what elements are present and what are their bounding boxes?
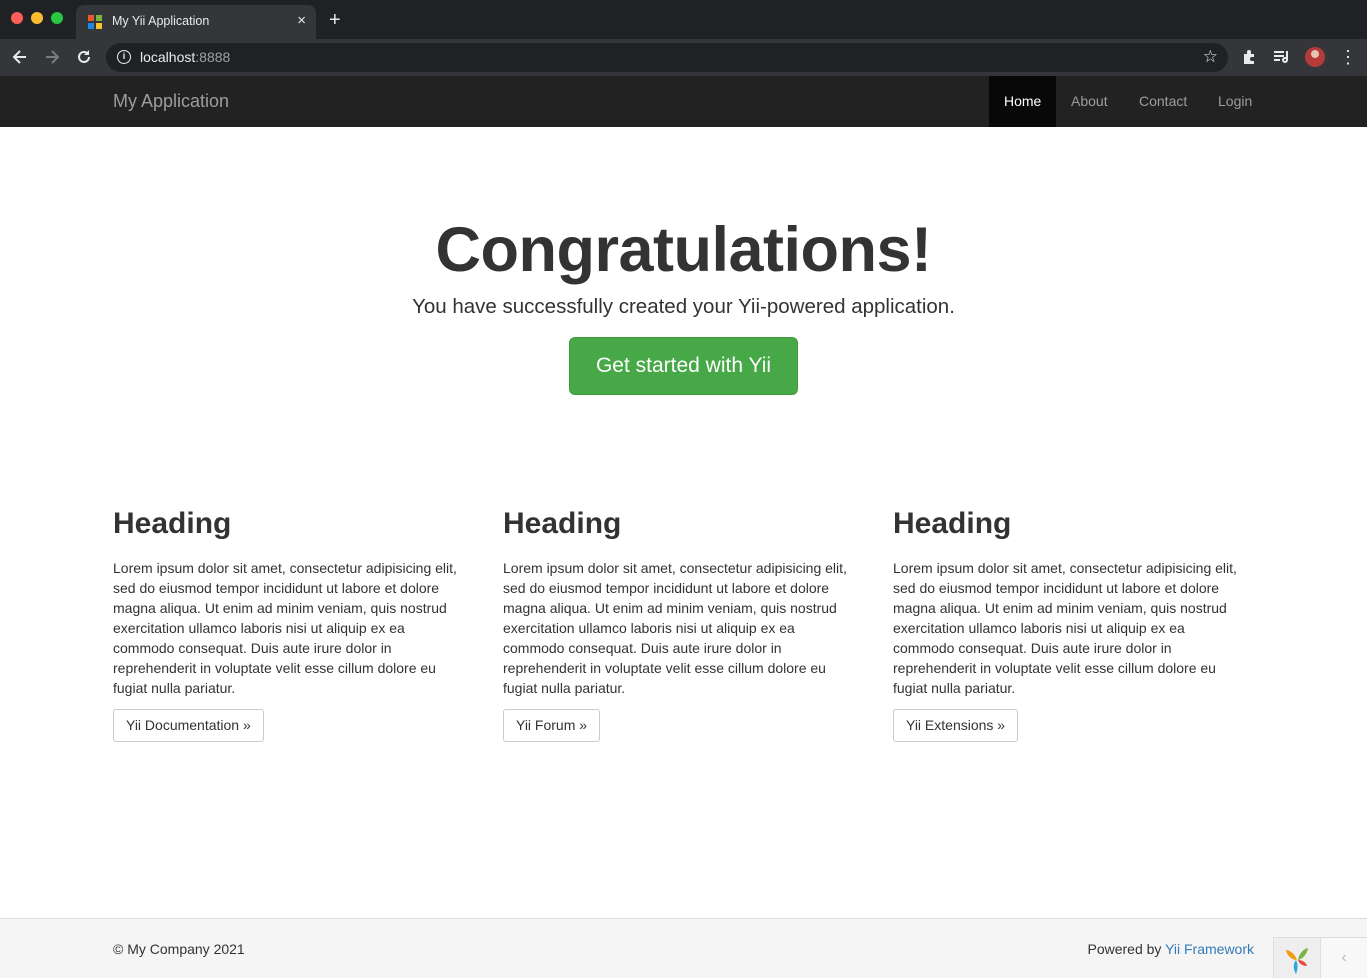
site-footer: © My Company 2021 Powered by Yii Framewo… — [0, 918, 1367, 978]
powered-by-text: Powered by Yii Framework — [1087, 941, 1254, 957]
column-text: Lorem ipsum dolor sit amet, consectetur … — [113, 560, 457, 696]
new-tab-icon[interactable]: + — [329, 9, 341, 31]
yii-debug-logo-icon[interactable] — [1273, 937, 1321, 978]
column-heading: Heading — [113, 507, 232, 540]
bookmark-star-icon[interactable]: ☆ — [1203, 47, 1218, 67]
get-started-button[interactable]: Get started with Yii — [569, 337, 798, 395]
tab-title: My Yii Application — [112, 14, 210, 28]
browser-toolbar: i localhost:8888 ☆ ⋮ — [0, 39, 1367, 76]
kebab-menu-icon[interactable]: ⋮ — [1336, 46, 1360, 68]
column-heading: Heading — [893, 507, 1012, 540]
column-3: Heading Lorem ipsum dolor sit amet, cons… — [893, 506, 1253, 742]
jumbotron-lead: You have successfully created your Yii-p… — [412, 295, 955, 318]
debug-toolbar-toggle-icon[interactable]: ‹ — [1321, 937, 1367, 978]
maximize-window-button[interactable] — [51, 12, 63, 24]
yii-forum-button[interactable]: Yii Forum » — [503, 709, 601, 742]
close-tab-icon[interactable]: × — [297, 12, 306, 30]
minimize-window-button[interactable] — [31, 12, 43, 24]
close-window-button[interactable] — [11, 12, 23, 24]
nav-login[interactable]: Login — [1203, 76, 1267, 127]
site-navbar: My Application Home About Contact Login — [0, 76, 1367, 127]
extensions-icon[interactable] — [1238, 46, 1262, 68]
column-2: Heading Lorem ipsum dolor sit amet, cons… — [503, 506, 863, 742]
yii-favicon-icon — [88, 15, 102, 29]
url-text: localhost:8888 — [140, 49, 231, 65]
nav-about[interactable]: About — [1056, 76, 1123, 127]
forward-arrow-icon[interactable] — [40, 46, 64, 68]
reload-icon[interactable] — [72, 46, 96, 68]
jumbotron-title: Congratulations! — [435, 215, 932, 285]
column-heading: Heading — [503, 507, 622, 540]
brand-link[interactable]: My Application — [113, 91, 229, 112]
media-control-icon[interactable] — [1270, 46, 1294, 68]
profile-avatar[interactable] — [1305, 47, 1325, 67]
column-text: Lorem ipsum dolor sit amet, consectetur … — [503, 560, 847, 696]
nav-contact[interactable]: Contact — [1124, 76, 1202, 127]
browser-tab-bar: My Yii Application × + — [0, 0, 1367, 39]
copyright-text: © My Company 2021 — [113, 941, 245, 957]
back-arrow-icon[interactable] — [8, 46, 32, 68]
yii-framework-link[interactable]: Yii Framework — [1165, 941, 1254, 957]
column-text: Lorem ipsum dolor sit amet, consectetur … — [893, 560, 1237, 696]
yii-extensions-button[interactable]: Yii Extensions » — [893, 709, 1019, 742]
browser-tab[interactable]: My Yii Application × — [76, 5, 316, 39]
address-bar[interactable]: i localhost:8888 ☆ — [106, 43, 1228, 72]
nav-home[interactable]: Home — [989, 76, 1057, 127]
column-1: Heading Lorem ipsum dolor sit amet, cons… — [113, 506, 473, 742]
yii-documentation-button[interactable]: Yii Documentation » — [113, 709, 264, 742]
info-icon[interactable]: i — [117, 50, 131, 64]
